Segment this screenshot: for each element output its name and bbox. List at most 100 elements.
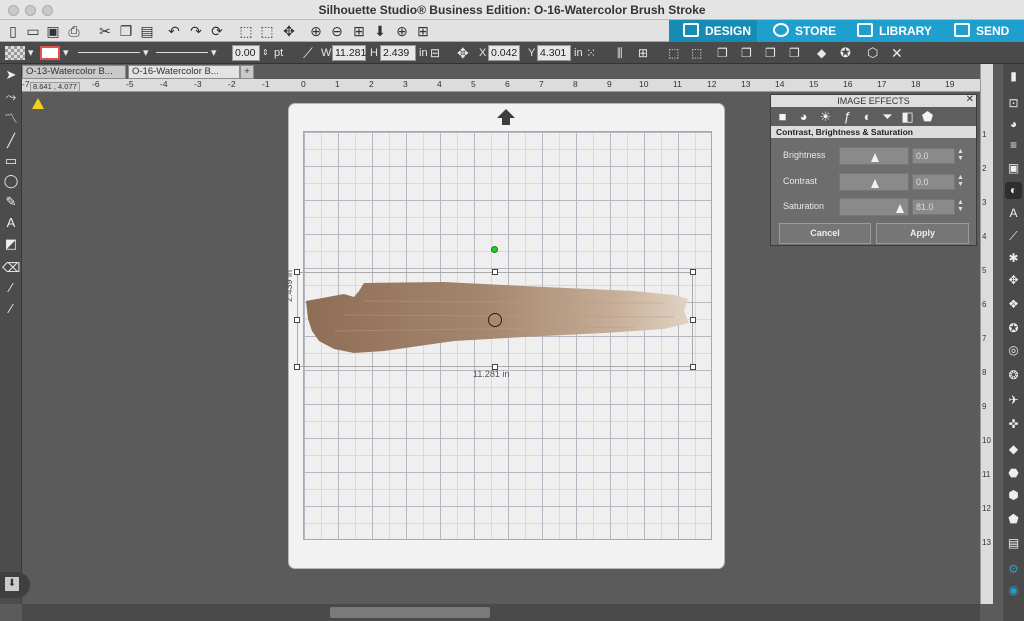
nesting-icon[interactable]: ❂ (1005, 367, 1022, 384)
resize-handle[interactable] (690, 269, 696, 275)
line-style-select[interactable] (78, 52, 140, 53)
replicate-icon[interactable]: ◎ (1005, 342, 1022, 359)
collapse-panel-button[interactable]: ⬇ (0, 572, 30, 598)
select-arrow-icon[interactable]: ➤ (2, 66, 20, 84)
eyedropper-icon[interactable]: ⁄ (2, 300, 20, 318)
resize-handle[interactable] (294, 364, 300, 370)
rectangle-icon[interactable]: ▭ (2, 152, 20, 170)
line-join-select[interactable] (156, 52, 208, 53)
deselect-icon[interactable]: ⬚ (258, 22, 276, 40)
palette-icon[interactable]: ◕ (795, 108, 812, 125)
tab-send[interactable]: SEND (954, 20, 1009, 42)
pixscan-icon[interactable]: ⊡ (1005, 95, 1022, 112)
save-icon[interactable]: ▣ (44, 22, 62, 40)
send-back-icon[interactable]: ❐ (789, 44, 800, 62)
shapes-icon[interactable]: ⬟ (1005, 511, 1022, 528)
pentagon-icon[interactable]: ⬟ (919, 108, 936, 125)
line-color-swatch[interactable] (40, 46, 60, 60)
trace-icon[interactable]: ▣ (1005, 160, 1022, 177)
replicate-icon[interactable]: ❐ (717, 44, 728, 62)
chevron-down-icon[interactable]: ▾ (63, 44, 69, 62)
new-document-icon[interactable]: ▯ (4, 22, 22, 40)
panel-header[interactable]: IMAGE EFFECTS ✕ (771, 94, 976, 107)
align-panel-icon[interactable]: ⬣ (1005, 465, 1022, 482)
line-icon[interactable]: ╱ (2, 132, 20, 150)
apply-button[interactable]: Apply (876, 223, 969, 244)
saturation-slider[interactable] (839, 198, 909, 216)
contrast-slider[interactable] (839, 173, 909, 191)
pan-icon[interactable]: ✥ (280, 22, 298, 40)
brightness-slider[interactable] (839, 147, 909, 165)
zoom-icon[interactable]: ⊕ (393, 22, 411, 40)
weld-panel-icon[interactable]: ✜ (1005, 416, 1022, 433)
open-folder-icon[interactable]: ▭ (24, 22, 42, 40)
library-panel-icon[interactable]: ▤ (1005, 535, 1022, 552)
line-style-icon[interactable]: ≡ (1005, 137, 1022, 154)
redo-icon[interactable]: ↷ (187, 22, 205, 40)
x-position-input[interactable]: 0.042 (488, 45, 520, 61)
group-icon[interactable]: ⬚ (668, 44, 679, 62)
weld-icon[interactable]: ◆ (817, 44, 826, 62)
palette-icon[interactable]: ◕ (1005, 116, 1022, 133)
origin-grid-icon[interactable]: ⁙ (586, 44, 596, 62)
move-down-icon[interactable]: ⬇ (371, 22, 389, 40)
tab-library[interactable]: LIBRARY (857, 20, 932, 42)
transform-icon[interactable]: ✥ (1005, 272, 1022, 289)
brightness-value[interactable]: 0.0 (912, 148, 955, 164)
image-effects-icon[interactable]: ◐ (1005, 182, 1022, 199)
contrast-value[interactable]: 0.0 (912, 174, 955, 190)
cancel-button[interactable]: Cancel (779, 223, 871, 244)
zoom-fit-icon[interactable]: ⊞ (350, 22, 368, 40)
chevron-down-icon[interactable]: ▾ (28, 44, 34, 62)
resize-handle[interactable] (690, 364, 696, 370)
tab-store[interactable]: STORE (773, 20, 836, 42)
star-icon[interactable]: ✪ (1005, 320, 1022, 337)
modify-icon[interactable]: ⬢ (1005, 487, 1022, 504)
close-icon[interactable]: ✕ (891, 44, 903, 62)
stepper-icon[interactable]: ▲ ▼ (957, 174, 964, 188)
refresh-icon[interactable]: ⟳ (208, 22, 226, 40)
fill-panel-icon[interactable]: ▮ (1005, 68, 1022, 85)
undo-icon[interactable]: ↶ (165, 22, 183, 40)
doc-tab-active[interactable]: O-16-Watercolor B... (128, 65, 240, 79)
width-input[interactable]: 11.281 (332, 45, 366, 61)
zoom-out-icon[interactable]: ⊖ (328, 22, 346, 40)
layers-icon[interactable]: ❖ (1005, 296, 1022, 313)
ungroup-icon[interactable]: ⬚ (691, 44, 702, 62)
brightness-icon[interactable]: ☀ (817, 108, 834, 125)
print-icon[interactable]: ⎙ (65, 22, 83, 40)
lock-aspect-icon[interactable]: ⊟ (430, 44, 440, 62)
align-icon[interactable]: ⫼ (617, 44, 623, 62)
center-page-icon[interactable]: ⊞ (638, 44, 648, 62)
slider-thumb[interactable] (871, 153, 879, 162)
paste-icon[interactable]: ▤ (138, 22, 156, 40)
line-width-input[interactable]: 0.00 (232, 45, 260, 61)
text-icon[interactable]: A (2, 214, 20, 232)
freehand-icon[interactable]: ✎ (2, 193, 20, 211)
add-page-icon[interactable]: ⊞ (414, 22, 432, 40)
saturation-value[interactable]: 81.0 (912, 199, 955, 215)
slider-thumb[interactable] (871, 179, 879, 188)
fill-color-swatch[interactable] (5, 46, 25, 60)
settings-icon[interactable]: ⚙ (1005, 561, 1022, 578)
contrast-icon[interactable]: ◐ (859, 108, 876, 125)
move-icon[interactable]: ✈ (1005, 392, 1022, 409)
3d-box-icon[interactable]: ⬡ (867, 44, 878, 62)
stepper-icon[interactable]: ⇕ (262, 44, 269, 62)
arrange-icon[interactable]: ❐ (765, 44, 776, 62)
chevron-down-icon[interactable]: ▾ (143, 44, 149, 62)
help-icon[interactable]: ◉ (1005, 582, 1022, 599)
ellipse-icon[interactable]: ◯ (2, 172, 20, 190)
sketch-icon[interactable]: ✱ (1005, 250, 1022, 267)
rotate-handle[interactable] (491, 246, 498, 253)
stepper-icon[interactable]: ▲ ▼ (957, 148, 964, 162)
cut-icon[interactable]: ✂ (96, 22, 114, 40)
doc-tab[interactable]: O-13-Watercolor B... (22, 65, 126, 79)
tab-design[interactable]: DESIGN (669, 20, 757, 42)
cut-panel-icon[interactable]: ◆ (1005, 441, 1022, 458)
new-tab-button[interactable]: + (240, 65, 254, 79)
copy-icon[interactable]: ❐ (117, 22, 135, 40)
stepper-icon[interactable]: ▲ ▼ (957, 199, 964, 213)
eraser-icon[interactable]: ⌫ (2, 259, 20, 277)
star-icon[interactable]: ✪ (840, 44, 851, 62)
